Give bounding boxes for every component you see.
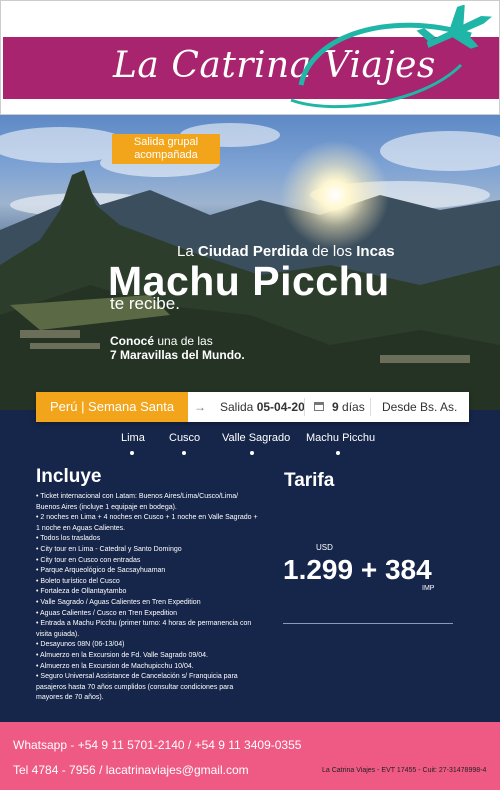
route-stop: Lima — [121, 432, 145, 444]
tax-label: IMP — [422, 585, 435, 592]
phone-email-contact[interactable]: Tel 4784 - 7956 / lacatrinaviajes@gmail.… — [13, 763, 249, 777]
legal-info: La Catrina Viajes - EVT 17455 - Cuit: 27… — [322, 767, 487, 774]
trip-origin: Desde Bs. As. — [382, 400, 458, 414]
sun-glow — [280, 140, 390, 250]
includes-list: • Ticket internacional con Latam: Buenos… — [36, 492, 261, 704]
trip-departure: Salida 05-04-20 — [220, 400, 305, 414]
list-item: • Parque Arqueológico de Sacsayhuaman — [36, 567, 166, 575]
divider — [304, 398, 305, 416]
route-stop: Valle Sagrado — [222, 432, 291, 444]
currency-label: USD — [316, 543, 333, 552]
price-value: 1.299 + 384 — [283, 554, 432, 585]
route-stops: Lima Cusco Valle Sagrado Machu Picchu — [0, 432, 500, 456]
hero-subtitle: te recibe. — [110, 294, 180, 313]
route-dot — [182, 451, 186, 455]
list-item: • Almuerzo en la Excursion de Machupicch… — [36, 662, 194, 670]
list-item: • Aguas Calientes / Cusco en Tren Expedi… — [36, 609, 177, 617]
route-stop: Machu Picchu — [306, 432, 376, 444]
list-item: • City tour en Lima - Catedral y Santo D… — [36, 545, 182, 553]
airplane-swoosh-icon — [290, 5, 492, 109]
arrow-right-icon: → — [194, 400, 206, 414]
list-item: • Almuerzo en la Excursion de Fd. Valle … — [36, 651, 208, 659]
whatsapp-contact[interactable]: Whatsapp - +54 9 11 5701-2140 / +54 9 11… — [13, 738, 301, 752]
route-dot — [250, 451, 254, 455]
header: La Catrina Viajes — [0, 0, 500, 115]
list-item: • Ticket internacional con Latam: Buenos… — [36, 493, 239, 511]
list-item: • Fortaleza de Ollantaytambo — [36, 588, 127, 596]
group-departure-tag: Salida grupal acompañada — [112, 134, 220, 164]
divider — [370, 398, 371, 416]
list-item: • Boleto turístico del Cusco — [36, 577, 120, 585]
route-dot — [130, 451, 134, 455]
list-item: • Todos los traslados — [36, 535, 101, 543]
list-item: • Entrada a Machu Picchu (primer turno: … — [36, 620, 252, 638]
list-item: • Valle Sagrado / Aguas Calientes en Tre… — [36, 598, 201, 606]
footer — [0, 722, 500, 790]
includes-title: Incluye — [36, 466, 102, 487]
route-stop: Cusco — [169, 432, 201, 444]
list-item: • City tour en Cusco con entradas — [36, 556, 141, 564]
trip-destination: Perú | Semana Santa — [36, 392, 188, 422]
divider — [283, 623, 453, 624]
list-item: • Desayunos 08N (06-13/04) — [36, 641, 125, 649]
list-item: • Seguro Universal Assistance de Cancela… — [36, 673, 238, 702]
calendar-icon — [314, 402, 324, 411]
trip-bar: Perú | Semana Santa → Salida 05-04-20 9 … — [36, 392, 469, 422]
hero-wonders-note: Conocé una de las 7 Maravillas del Mundo… — [110, 334, 245, 362]
trip-duration: 9 días — [332, 400, 365, 414]
route-dot — [336, 451, 340, 455]
tarifa-title: Tarifa — [284, 470, 335, 491]
list-item: • 2 noches en Lima + 4 noches en Cusco +… — [36, 514, 258, 532]
